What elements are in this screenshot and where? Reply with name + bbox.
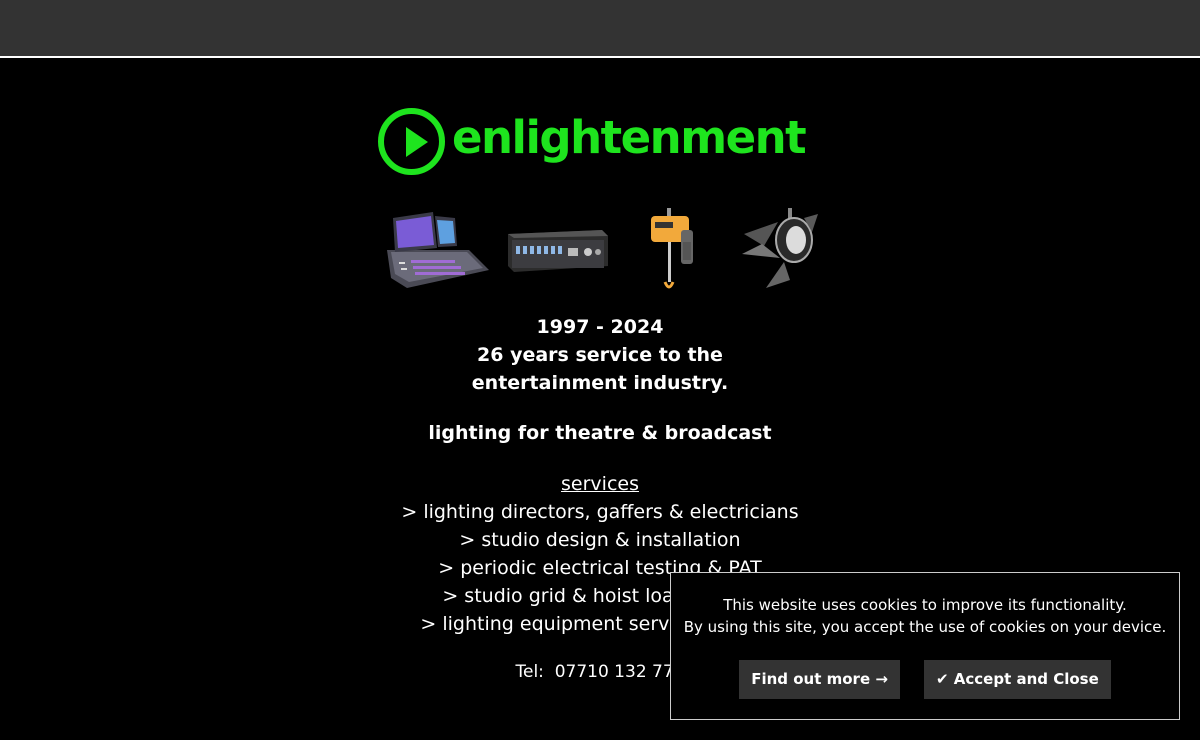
accept-close-label: Accept and Close: [953, 670, 1099, 688]
cookie-line-2: By using this site, you accept the use o…: [683, 618, 1167, 636]
tagline: lighting for theatre & broadcast: [428, 422, 772, 444]
play-icon: [378, 108, 445, 175]
find-out-more-label: Find out more: [751, 670, 871, 688]
chain-hoist-image: [651, 208, 693, 289]
fresnel-lamp-image: [742, 208, 818, 288]
history-line-2: entertainment industry.: [471, 372, 729, 394]
cookie-message: This website uses cookies to improve its…: [671, 594, 1179, 638]
logo: enlightenment: [378, 108, 828, 175]
cookie-line-1: This website uses cookies to improve its…: [723, 596, 1127, 614]
cookie-banner: This website uses cookies to improve its…: [670, 572, 1180, 720]
arrow-right-icon: →: [875, 670, 888, 688]
product-images: [380, 208, 820, 294]
find-out-more-button[interactable]: Find out more →: [739, 660, 900, 699]
lighting-console-image: [387, 212, 489, 288]
history-block: 1997 - 2024 26 years service to the ente…: [0, 313, 1200, 397]
service-item: > lighting directors, gaffers & electric…: [401, 501, 799, 523]
history-line-1: 26 years service to the: [477, 344, 723, 366]
top-bar: [0, 0, 1200, 58]
dimmer-rack-image: [508, 230, 608, 272]
cookie-buttons: Find out more → ✔ Accept and Close: [671, 660, 1179, 699]
years-range: 1997 - 2024: [536, 316, 664, 338]
logo-text: enlightenment: [452, 111, 807, 164]
tel-number[interactable]: 07710 132 779: [555, 662, 685, 682]
accept-close-button[interactable]: ✔ Accept and Close: [923, 660, 1111, 699]
service-item: > studio design & installation: [459, 529, 741, 551]
tel-label: Tel:: [515, 662, 544, 682]
check-icon: ✔: [935, 670, 949, 688]
services-link[interactable]: services: [0, 470, 1200, 498]
